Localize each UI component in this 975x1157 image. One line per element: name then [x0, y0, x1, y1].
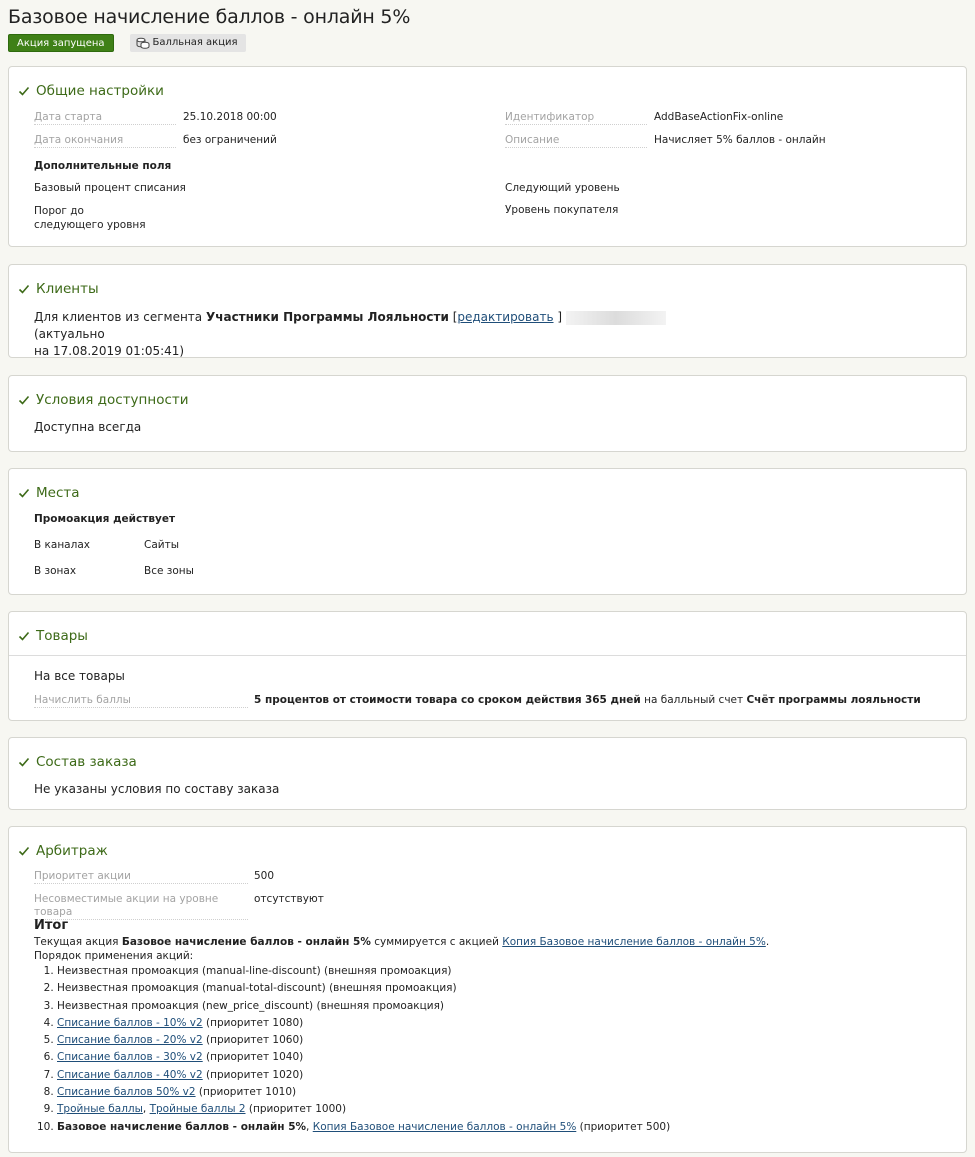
start-date-label: Дата старта: [34, 111, 176, 125]
status-badge: Акция запущена: [8, 33, 114, 52]
availability-text: Доступна всегда: [34, 420, 142, 434]
summary-action-link[interactable]: Копия Базовое начисление баллов - онлайн…: [502, 936, 766, 948]
priority-value: 500: [254, 870, 275, 882]
base-percent-label: Базовый процент списания: [34, 182, 186, 194]
action-link[interactable]: Списание баллов 50% v2: [57, 1086, 196, 1098]
list-item: Списание баллов - 10% v2 (приоритет 1080…: [57, 1015, 954, 1032]
arbitrage-card: Арбитраж Приоритет акции 500 Несовместим…: [8, 826, 967, 1153]
end-date-value: без ограничений: [183, 134, 277, 146]
order-composition-card: Состав заказа Не указаны условия по сост…: [8, 737, 967, 810]
description-value: Начисляет 5% баллов - онлайн: [654, 134, 826, 146]
availability-card: Условия доступности Доступна всегда: [8, 375, 967, 452]
check-icon: [18, 86, 30, 96]
list-item: Списание баллов - 30% v2 (приоритет 1040…: [57, 1049, 954, 1066]
check-icon: [18, 631, 30, 641]
summary-text: Текущая акция Базовое начисление баллов …: [34, 936, 770, 948]
channels-value: Сайты: [144, 539, 179, 551]
next-level-label: Следующий уровень: [505, 182, 620, 194]
type-badge: Балльная акция: [129, 33, 246, 52]
threshold-label: Порог до следующего уровня: [34, 205, 146, 231]
check-icon: [18, 488, 30, 498]
priority-label: Приоритет акции: [34, 870, 248, 884]
action-link[interactable]: Тройные баллы 2: [150, 1103, 246, 1115]
zones-value: Все зоны: [144, 565, 194, 577]
summary-title: Итог: [34, 918, 69, 933]
places-subtitle: Промоакция действует: [34, 513, 176, 525]
zones-label: В зонах: [34, 565, 77, 577]
action-link[interactable]: Тройные баллы: [57, 1103, 143, 1115]
type-badge-label: Балльная акция: [152, 36, 238, 48]
action-link[interactable]: Списание баллов - 40% v2: [57, 1069, 203, 1081]
segment-name: Участники Программы Лояльности: [205, 310, 449, 324]
list-item: Базовое начисление баллов - онлайн 5%, К…: [57, 1119, 954, 1136]
places-heading[interactable]: Места: [18, 485, 80, 501]
accrue-value: 5 процентов от стоимости товара со сроко…: [254, 694, 921, 706]
channels-label: В каналах: [34, 539, 90, 551]
summary-block: Итог Текущая акция Базовое начисление ба…: [34, 917, 954, 1136]
action-link[interactable]: Копия Базовое начисление баллов - онлайн…: [313, 1121, 577, 1133]
identifier-label: Идентификатор: [505, 111, 647, 125]
customer-level-label: Уровень покупателя: [505, 204, 619, 216]
list-item: Неизвестная промоакция (new_price_discou…: [57, 998, 954, 1015]
incompat-value: отсутствуют: [254, 893, 324, 905]
availability-heading[interactable]: Условия доступности: [18, 392, 189, 408]
check-icon: [18, 846, 30, 856]
check-icon: [18, 284, 30, 294]
redacted-count: [565, 310, 666, 325]
arbitrage-heading[interactable]: Арбитраж: [18, 843, 108, 859]
general-settings-heading[interactable]: Общие настройки: [18, 83, 164, 99]
edit-segment-link[interactable]: редактировать: [457, 310, 553, 324]
action-link[interactable]: Списание баллов - 30% v2: [57, 1051, 203, 1063]
incompat-label: Несовместимые акции на уровне товара: [34, 893, 248, 920]
products-divider: [9, 655, 966, 656]
products-heading[interactable]: Товары: [18, 628, 88, 644]
order-composition-heading[interactable]: Состав заказа: [18, 754, 137, 770]
identifier-value: AddBaseActionFix-online: [654, 111, 784, 123]
page-title: Базовое начисление баллов - онлайн 5%: [8, 6, 411, 28]
extra-fields-title: Дополнительные поля: [34, 160, 172, 172]
end-date-label: Дата окончания: [34, 134, 176, 148]
clients-text: Для клиентов из сегмента Участники Прогр…: [34, 309, 674, 360]
accrue-label: Начислить баллы: [34, 694, 248, 708]
check-icon: [18, 757, 30, 767]
all-products-text: На все товары: [34, 669, 125, 683]
check-icon: [18, 395, 30, 405]
action-link[interactable]: Списание баллов - 10% v2: [57, 1017, 203, 1029]
list-item: Неизвестная промоакция (manual-line-disc…: [57, 963, 954, 980]
order-composition-text: Не указаны условия по составу заказа: [34, 782, 280, 796]
products-card: Товары На все товары Начислить баллы 5 п…: [8, 611, 967, 721]
clients-heading[interactable]: Клиенты: [18, 281, 99, 297]
list-item: Неизвестная промоакция (manual-total-dis…: [57, 980, 954, 997]
action-link[interactable]: Списание баллов - 20% v2: [57, 1034, 203, 1046]
general-settings-card: Общие настройки Дата старта 25.10.2018 0…: [8, 66, 967, 247]
list-item: Списание баллов 50% v2 (приоритет 1010): [57, 1084, 954, 1101]
list-item: Списание баллов - 20% v2 (приоритет 1060…: [57, 1032, 954, 1049]
actual-date: на 17.08.2019 01:05:41): [34, 344, 185, 358]
start-date-value: 25.10.2018 00:00: [183, 111, 277, 123]
places-card: Места Промоакция действует В каналах Сай…: [8, 468, 967, 595]
list-item: Тройные баллы, Тройные баллы 2 (приорите…: [57, 1101, 954, 1118]
coins-icon: [136, 37, 150, 49]
description-label: Описание: [505, 134, 647, 148]
application-order-list: Неизвестная промоакция (manual-line-disc…: [34, 963, 954, 1136]
clients-card: Клиенты Для клиентов из сегмента Участни…: [8, 264, 967, 358]
order-title: Порядок применения акций:: [34, 950, 194, 962]
list-item: Списание баллов - 40% v2 (приоритет 1020…: [57, 1067, 954, 1084]
